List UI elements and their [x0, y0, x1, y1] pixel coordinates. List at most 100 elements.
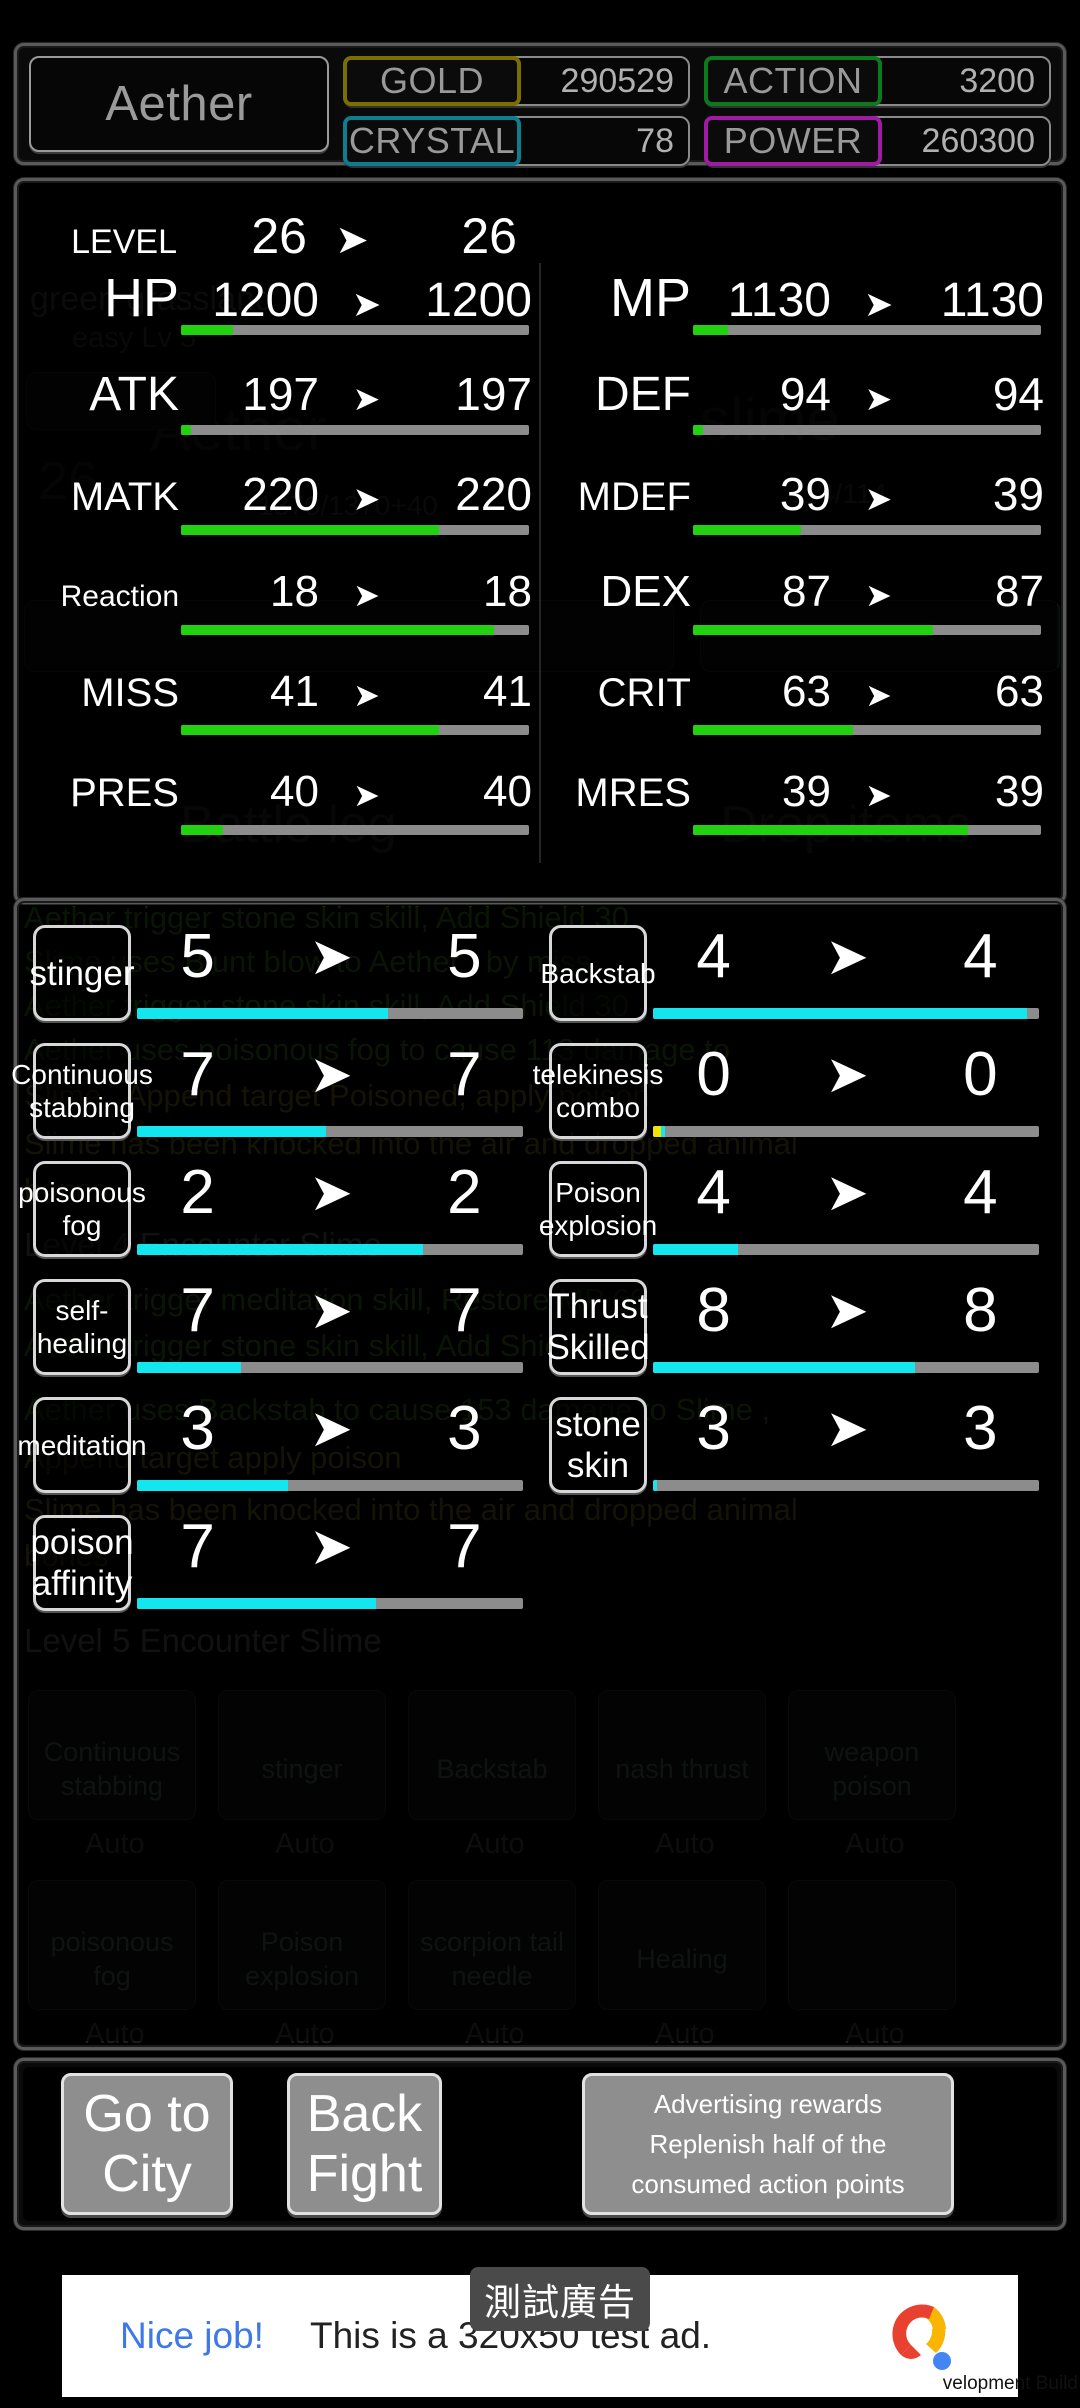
- stat-row-reaction: Reaction 18 ➤ 18: [29, 563, 535, 663]
- skill-level-to: 8: [963, 1276, 998, 1345]
- stat-to-crit: 63: [995, 667, 1044, 716]
- stat-to-mdef: 39: [992, 468, 1044, 520]
- skill-name-chip[interactable]: stone skin: [549, 1397, 647, 1493]
- arrow-icon-mp: ➤: [863, 285, 894, 324]
- resource-action-value: 3200: [959, 61, 1035, 100]
- resource-action-key: ACTION: [704, 56, 882, 106]
- stat-label-hp: HP: [103, 268, 179, 328]
- skill-cell[interactable]: stone skin 3 ➤ 3: [549, 1387, 1047, 1503]
- stat-bar-fill: [693, 525, 801, 535]
- ad-banner[interactable]: Nice job! This is a 320x50 test ad. 測試廣告…: [62, 2267, 1078, 2397]
- stat-bar-crit: [693, 725, 1041, 735]
- resource-power[interactable]: POWER 260300: [704, 116, 1051, 166]
- stat-bar-matk: [181, 525, 529, 535]
- stat-bar-fill: [693, 725, 854, 735]
- stat-bar-fill: [181, 325, 234, 335]
- skill-cell[interactable]: stinger 5 ➤ 5: [29, 915, 531, 1031]
- arrow-icon-mres: ➤: [865, 777, 892, 813]
- skill-exp-bar: [653, 1126, 1039, 1137]
- skill-cell[interactable]: Continuous stabbing 7 ➤ 7: [11, 1033, 531, 1149]
- stat-bar-miss: [181, 725, 529, 735]
- skill-level-body: 4 ➤ 4: [647, 915, 1047, 1031]
- stat-row-dex: DEX 87 ➤ 87: [541, 563, 1047, 663]
- skill-cell[interactable]: self-healing 7 ➤ 7: [33, 1269, 531, 1385]
- skill-name-chip[interactable]: Backstab: [540, 925, 656, 1021]
- stat-bar-fill: [693, 425, 704, 435]
- skill-cell[interactable]: Backstab 4 ➤ 4: [540, 915, 1047, 1031]
- skill-exp-bar: [137, 1362, 523, 1373]
- game-screen: green grassland easy Lv 5 Aether 1370/13…: [0, 0, 1080, 2408]
- stat-label-pres: PRES: [70, 771, 179, 815]
- skill-name-chip[interactable]: poisonous fog: [18, 1161, 146, 1257]
- stat-to-miss: 41: [483, 667, 532, 716]
- resource-gold[interactable]: GOLD 290529: [343, 56, 690, 106]
- skill-name-chip[interactable]: stinger: [29, 925, 135, 1021]
- skill-cell[interactable]: poison affinity 7 ➤ 7: [30, 1505, 531, 1621]
- stat-row-def: DEF 94 ➤ 94: [541, 363, 1047, 463]
- skill-name-chip[interactable]: telekinesis combo: [533, 1043, 663, 1139]
- skill-cell[interactable]: poisonous fog 2 ➤ 2: [18, 1151, 531, 1267]
- skills-panel: stinger 5 ➤ 5 Backstab 4 ➤ 4 Continuous stabbing…: [11, 898, 1066, 2050]
- stat-to-atk: 197: [455, 368, 532, 420]
- skill-cell[interactable]: telekinesis combo 0 ➤ 0: [533, 1033, 1047, 1149]
- stat-label-reaction: Reaction: [60, 580, 179, 613]
- skill-level-body: 3 ➤ 3: [131, 1387, 531, 1503]
- arrow-icon: ➤: [309, 1164, 353, 1222]
- stat-from-mres: 39: [782, 767, 831, 816]
- stat-row-miss: MISS 41 ➤ 41: [29, 663, 535, 763]
- stat-bar-atk: [181, 425, 529, 435]
- arrow-icon-atk: ➤: [352, 380, 381, 417]
- skill-level-to: 7: [447, 1040, 482, 1109]
- stat-to-hp: 1200: [425, 274, 532, 327]
- stat-from-matk: 220: [242, 468, 319, 520]
- skill-level-from: 3: [180, 1394, 215, 1463]
- skill-name-chip[interactable]: meditation: [17, 1397, 147, 1493]
- skill-cell[interactable]: Poison explosion 4 ➤ 4: [539, 1151, 1047, 1267]
- stat-from-atk: 197: [242, 368, 319, 420]
- stat-row-level: LEVEL 26 ➤ 26: [47, 207, 527, 265]
- stat-to-dex: 87: [995, 567, 1044, 616]
- skill-exp-bar-fill: [653, 1008, 1028, 1019]
- ad-headline: Nice job!: [120, 2315, 264, 2356]
- resource-crystal-key: CRYSTAL: [343, 116, 521, 166]
- stat-row-atk: ATK 197 ➤ 197: [29, 363, 535, 463]
- skill-exp-bar-fill: [653, 1362, 916, 1373]
- skill-cell[interactable]: Thrust Skilled 8 ➤ 8: [546, 1269, 1047, 1385]
- skill-name-chip[interactable]: poison affinity: [30, 1515, 134, 1611]
- stat-from-def: 94: [779, 368, 831, 420]
- stat-bar-mp: [693, 325, 1041, 335]
- back-fight-button[interactable]: Back Fight: [287, 2073, 442, 2215]
- skill-level-from: 0: [696, 1040, 731, 1109]
- skill-level-body: 7 ➤ 7: [131, 1033, 531, 1149]
- go-to-city-button[interactable]: Go to City: [61, 2073, 233, 2215]
- stat-bar-mres: [693, 825, 1041, 835]
- skill-name-chip[interactable]: Poison explosion: [539, 1161, 657, 1257]
- ad-reward-button[interactable]: Advertising rewards Replenish half of the…: [582, 2073, 954, 2215]
- skill-cell[interactable]: meditation 3 ➤ 3: [17, 1387, 531, 1503]
- skill-exp-bar: [137, 1480, 523, 1491]
- skill-name-chip[interactable]: Continuous stabbing: [11, 1043, 153, 1139]
- arrow-icon-def: ➤: [864, 380, 893, 417]
- resource-crystal-value: 78: [636, 121, 674, 160]
- skill-level-to: 7: [447, 1276, 482, 1345]
- stat-bar-fill: [693, 625, 934, 635]
- stat-to-pres: 40: [483, 767, 532, 816]
- skill-name-chip[interactable]: Thrust Skilled: [546, 1279, 650, 1375]
- skill-exp-bar: [653, 1244, 1039, 1255]
- skill-level-to: 4: [963, 922, 998, 991]
- arrow-icon: ➤: [825, 928, 869, 986]
- stat-bar-pres: [181, 825, 529, 835]
- skill-name-chip[interactable]: self-healing: [33, 1279, 131, 1375]
- stat-bar-dex: [693, 625, 1041, 635]
- skill-level-to: 4: [963, 1158, 998, 1227]
- resource-action[interactable]: ACTION 3200: [704, 56, 1051, 106]
- resource-crystal[interactable]: CRYSTAL 78: [343, 116, 690, 166]
- skill-level-body: 8 ➤ 8: [647, 1269, 1047, 1385]
- stat-bar-fill: [181, 525, 439, 535]
- stat-to-level: 26: [461, 208, 517, 264]
- skill-exp-bar-yellow: [653, 1126, 661, 1137]
- skill-level-from: 7: [180, 1512, 215, 1581]
- resource-power-key: POWER: [704, 116, 882, 166]
- stat-from-crit: 63: [782, 667, 831, 716]
- stat-bar-fill: [181, 625, 495, 635]
